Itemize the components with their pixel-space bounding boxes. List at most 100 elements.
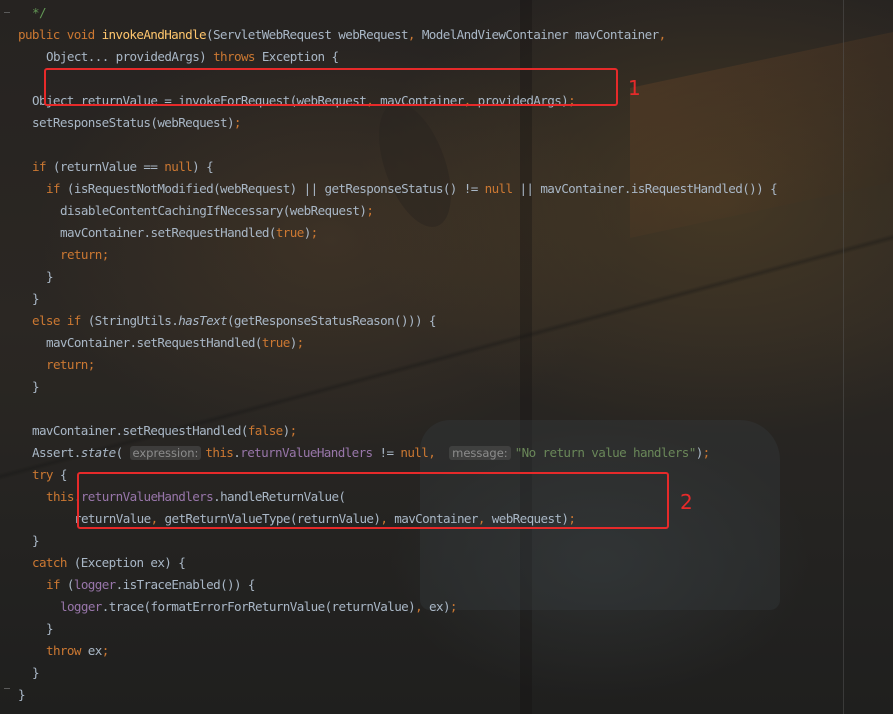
code-token: ex xyxy=(87,643,103,658)
code-token: ) xyxy=(282,423,291,438)
code-token: ; xyxy=(289,423,298,438)
parameter-hint: message: xyxy=(449,446,511,460)
code-token: } xyxy=(32,665,40,680)
code-token: ) xyxy=(289,335,298,350)
code-line[interactable]: catch (Exception ex) { xyxy=(32,552,186,574)
code-token: null xyxy=(164,159,193,174)
code-token: ; xyxy=(310,225,319,240)
code-line[interactable]: } xyxy=(46,618,54,640)
code-token: true xyxy=(261,335,290,350)
code-line[interactable]: } xyxy=(32,376,40,398)
code-token: throws xyxy=(213,49,262,64)
code-token: ) xyxy=(695,445,704,460)
code-token: mavContainer.setRequestHandled( xyxy=(60,225,276,240)
code-token: ModelAndViewContainer mavContainer xyxy=(421,27,659,42)
code-line[interactable]: logger.trace(formatErrorForReturnValue(r… xyxy=(60,596,457,618)
code-token: } xyxy=(32,379,40,394)
code-line[interactable]: if (isRequestNotModified(webRequest) || … xyxy=(46,178,778,200)
code-line[interactable]: setResponseStatus(webRequest); xyxy=(32,112,241,134)
code-token: ex) xyxy=(429,599,451,614)
code-token: invokeAndHandle xyxy=(101,27,207,42)
background-roof-shape xyxy=(630,32,893,238)
code-line[interactable]: return; xyxy=(60,244,109,266)
code-line[interactable]: Assert.state( expression: this.returnValu… xyxy=(32,442,710,464)
code-token: , xyxy=(407,27,422,42)
code-token: } xyxy=(32,291,40,306)
code-token: ; xyxy=(366,203,374,218)
code-line[interactable]: try { xyxy=(32,464,67,486)
code-token: hasText xyxy=(178,313,227,328)
code-token: setResponseStatus(webRequest) xyxy=(32,115,235,130)
code-token: return; xyxy=(60,247,109,262)
code-line[interactable]: disableContentCachingIfNecessary(webRequ… xyxy=(60,200,374,222)
code-line[interactable]: } xyxy=(46,266,54,288)
code-token: Exception { xyxy=(261,49,339,64)
code-token: mavContainer.setRequestHandled( xyxy=(32,423,248,438)
annotation-label-2: 2 xyxy=(680,490,693,514)
code-token: public xyxy=(18,27,67,42)
code-token: ( xyxy=(66,577,75,592)
code-token: this xyxy=(205,445,234,460)
annotation-box-2 xyxy=(77,472,669,529)
code-token: ) xyxy=(303,225,312,240)
code-token: ; xyxy=(233,115,242,130)
code-token: */ xyxy=(32,5,47,20)
fold-marker-icon[interactable] xyxy=(4,12,10,13)
code-token: throw xyxy=(46,643,88,658)
code-token: null xyxy=(484,181,520,196)
code-token: true xyxy=(275,225,304,240)
code-token: if xyxy=(32,159,53,174)
code-line[interactable]: throw ex; xyxy=(46,640,109,662)
right-margin-guide xyxy=(843,0,844,714)
code-token: catch xyxy=(32,555,74,570)
code-token: false xyxy=(247,423,283,438)
code-token: mavContainer.setRequestHandled( xyxy=(46,335,262,350)
code-token: { xyxy=(59,467,68,482)
code-token: void xyxy=(66,27,102,42)
code-token: return; xyxy=(46,357,95,372)
code-token: , xyxy=(658,27,667,42)
code-line[interactable]: mavContainer.setRequestHandled(true); xyxy=(60,222,318,244)
code-line[interactable]: if (logger.isTraceEnabled()) { xyxy=(46,574,256,596)
code-token: } xyxy=(46,621,54,636)
code-line[interactable]: */ xyxy=(32,2,47,24)
code-token: (ServletWebRequest webRequest xyxy=(206,27,409,42)
code-line[interactable]: else if (StringUtils.hasText(getResponse… xyxy=(32,310,436,332)
code-line[interactable]: } xyxy=(32,530,40,552)
code-token: ; xyxy=(296,335,305,350)
code-line[interactable]: mavContainer.setRequestHandled(false); xyxy=(32,420,297,442)
background-dish-shape xyxy=(364,93,466,237)
annotation-label-1: 1 xyxy=(628,76,641,100)
code-token: (isRequestNotModified(webRequest) || get… xyxy=(66,181,485,196)
code-token: if xyxy=(46,577,67,592)
code-line[interactable]: } xyxy=(32,288,40,310)
code-token: logger xyxy=(73,577,116,592)
code-editor[interactable]: */ public void invokeAndHandle(ServletWeb… xyxy=(0,0,893,714)
fold-marker-icon[interactable] xyxy=(4,688,10,689)
code-token: (Exception ex) { xyxy=(73,555,186,570)
code-token: if xyxy=(46,181,67,196)
code-token: , xyxy=(415,599,430,614)
annotation-box-1 xyxy=(44,68,618,106)
code-token: "No return value handlers" xyxy=(514,445,697,460)
code-token: .trace(formatErrorForReturnValue(returnV… xyxy=(101,599,416,614)
code-token: } xyxy=(46,269,54,284)
code-line[interactable]: Object... providedArgs) throws Exception… xyxy=(46,46,339,68)
code-line[interactable]: return; xyxy=(46,354,95,376)
parameter-hint: expression: xyxy=(129,446,202,460)
code-token: .isTraceEnabled()) { xyxy=(115,577,256,592)
code-token: (returnValue == xyxy=(52,159,165,174)
code-token: , xyxy=(428,445,450,460)
code-line[interactable]: } xyxy=(32,662,40,684)
code-token: (getResponseStatusReason())) { xyxy=(226,313,436,328)
code-token: (StringUtils. xyxy=(87,313,179,328)
code-line[interactable]: mavContainer.setRequestHandled(true); xyxy=(46,332,304,354)
code-token: ; xyxy=(449,599,458,614)
code-token: Assert. xyxy=(32,445,81,460)
code-token: ( xyxy=(115,445,130,460)
code-token: disableContentCachingIfNecessary(webRequ… xyxy=(60,203,367,218)
code-token: this xyxy=(46,489,74,504)
code-line[interactable]: } xyxy=(18,684,26,706)
code-line[interactable]: public void invokeAndHandle(ServletWebRe… xyxy=(18,24,666,46)
code-line[interactable]: if (returnValue == null) { xyxy=(32,156,214,178)
